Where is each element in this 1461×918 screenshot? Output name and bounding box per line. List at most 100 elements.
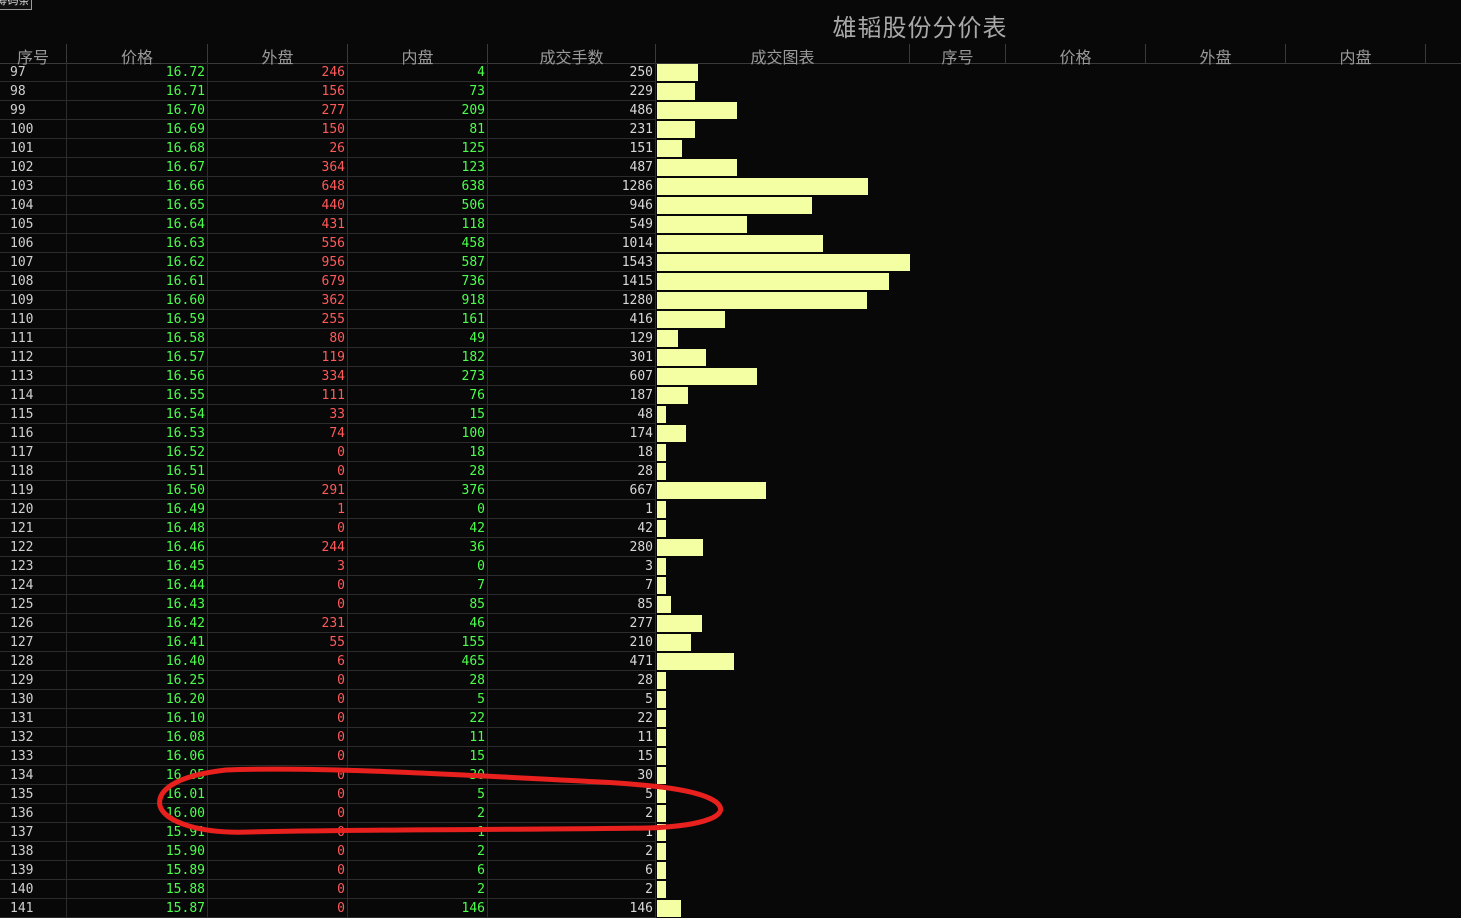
row-inner: 209 [348,101,488,120]
row-outer: 3 [208,557,348,576]
table-row[interactable]: 139 15.89 0 6 6 [0,861,1461,880]
table-row[interactable]: 107 16.62 956 587 1543 [0,253,1461,272]
header-price-right[interactable]: 价格 [1006,44,1146,67]
table-row[interactable]: 137 15.91 0 1 1 [0,823,1461,842]
row-outer: 648 [208,177,348,196]
row-inner: 49 [348,329,488,348]
table-row[interactable]: 126 16.42 231 46 277 [0,614,1461,633]
row-price: 16.46 [67,538,208,557]
row-inner: 15 [348,405,488,424]
table-row[interactable]: 115 16.54 33 15 48 [0,405,1461,424]
volume-bar [657,634,691,651]
table-row[interactable]: 141 15.87 0 146 146 [0,899,1461,918]
row-index: 101 [0,139,67,158]
table-row[interactable]: 120 16.49 1 0 1 [0,500,1461,519]
table-row[interactable]: 124 16.44 0 7 7 [0,576,1461,595]
header-volume[interactable]: 成交手数 [488,44,656,67]
table-row[interactable]: 98 16.71 156 73 229 [0,82,1461,101]
header-outer[interactable]: 外盘 [208,44,348,67]
table-row[interactable]: 108 16.61 679 736 1415 [0,272,1461,291]
table-row[interactable]: 118 16.51 0 28 28 [0,462,1461,481]
row-outer: 119 [208,348,348,367]
volume-bar [657,881,666,898]
volume-bar [657,444,666,461]
header-inner[interactable]: 内盘 [348,44,488,67]
row-outer: 0 [208,861,348,880]
table-row[interactable]: 117 16.52 0 18 18 [0,443,1461,462]
table-row[interactable]: 131 16.10 0 22 22 [0,709,1461,728]
table-row[interactable]: 129 16.25 0 28 28 [0,671,1461,690]
row-index: 134 [0,766,67,785]
volume-bar [657,159,737,176]
header-index-right[interactable]: 序号 [910,44,1006,67]
table-row[interactable]: 100 16.69 150 81 231 [0,120,1461,139]
table-row[interactable]: 106 16.63 556 458 1014 [0,234,1461,253]
table-row[interactable]: 102 16.67 364 123 487 [0,158,1461,177]
row-volume: 1286 [488,177,656,196]
row-price: 16.51 [67,462,208,481]
volume-bar [657,102,737,119]
table-row[interactable]: 121 16.48 0 42 42 [0,519,1461,538]
row-outer: 362 [208,291,348,310]
header-chart[interactable]: 成交图表 [656,44,910,67]
table-row[interactable]: 110 16.59 255 161 416 [0,310,1461,329]
table-row[interactable]: 140 15.88 0 2 2 [0,880,1461,899]
table-row[interactable]: 132 16.08 0 11 11 [0,728,1461,747]
row-volume: 3 [488,557,656,576]
volume-bar [657,653,734,670]
row-index: 119 [0,481,67,500]
table-row[interactable]: 111 16.58 80 49 129 [0,329,1461,348]
table-row[interactable]: 136 16.00 0 2 2 [0,804,1461,823]
table-row[interactable]: 127 16.41 55 155 210 [0,633,1461,652]
table-row[interactable]: 125 16.43 0 85 85 [0,595,1461,614]
table-row[interactable]: 103 16.66 648 638 1286 [0,177,1461,196]
table-row[interactable]: 134 16.05 0 30 30 [0,766,1461,785]
row-price: 15.90 [67,842,208,861]
row-index: 138 [0,842,67,861]
table-row[interactable]: 119 16.50 291 376 667 [0,481,1461,500]
row-outer: 0 [208,728,348,747]
table-row[interactable]: 105 16.64 431 118 549 [0,215,1461,234]
header-outer-right[interactable]: 外盘 [1146,44,1286,67]
table-row[interactable]: 123 16.45 3 0 3 [0,557,1461,576]
table-row[interactable]: 135 16.01 0 5 5 [0,785,1461,804]
row-inner: 2 [348,880,488,899]
volume-bar [657,197,812,214]
table-row[interactable]: 122 16.46 244 36 280 [0,538,1461,557]
row-index: 130 [0,690,67,709]
row-index: 133 [0,747,67,766]
row-index: 140 [0,880,67,899]
row-outer: 80 [208,329,348,348]
row-index: 139 [0,861,67,880]
row-outer: 431 [208,215,348,234]
table-row[interactable]: 104 16.65 440 506 946 [0,196,1461,215]
volume-bar [657,729,666,746]
table-row[interactable]: 113 16.56 334 273 607 [0,367,1461,386]
table-row[interactable]: 116 16.53 74 100 174 [0,424,1461,443]
table-row[interactable]: 101 16.68 26 125 151 [0,139,1461,158]
row-volume: 6 [488,861,656,880]
header-index[interactable]: 序号 [0,44,67,67]
chip-bar-button[interactable]: 筹码条 [0,0,32,10]
header-inner-right[interactable]: 内盘 [1286,44,1426,67]
row-inner: 81 [348,120,488,139]
table-row[interactable]: 112 16.57 119 182 301 [0,348,1461,367]
table-row[interactable]: 97 16.72 246 4 250 [0,63,1461,82]
row-inner: 5 [348,785,488,804]
row-outer: 334 [208,367,348,386]
row-index: 137 [0,823,67,842]
table-row[interactable]: 138 15.90 0 2 2 [0,842,1461,861]
table-row[interactable]: 109 16.60 362 918 1280 [0,291,1461,310]
table-row[interactable]: 128 16.40 6 465 471 [0,652,1461,671]
table-row[interactable]: 114 16.55 111 76 187 [0,386,1461,405]
table-row[interactable]: 130 16.20 0 5 5 [0,690,1461,709]
row-index: 105 [0,215,67,234]
row-volume: 1 [488,500,656,519]
row-price: 16.01 [67,785,208,804]
row-index: 103 [0,177,67,196]
row-outer: 6 [208,652,348,671]
header-price[interactable]: 价格 [67,44,208,67]
table-row[interactable]: 99 16.70 277 209 486 [0,101,1461,120]
row-inner: 22 [348,709,488,728]
table-row[interactable]: 133 16.06 0 15 15 [0,747,1461,766]
